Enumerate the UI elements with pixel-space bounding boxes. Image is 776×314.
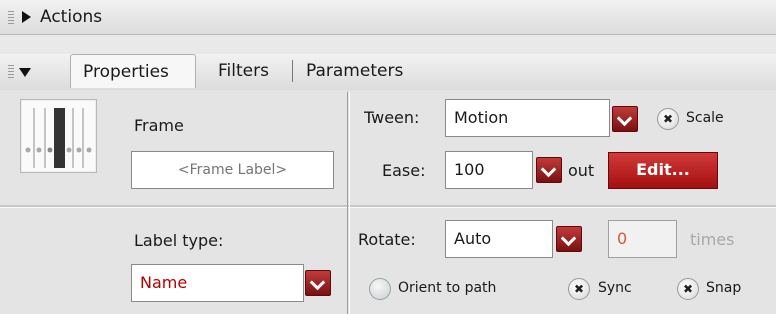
- chevron-down-icon[interactable]: [305, 270, 331, 296]
- ease-input[interactable]: 100: [445, 151, 533, 189]
- scale-label: Scale: [686, 110, 724, 126]
- actions-panel-title: Actions: [40, 7, 103, 27]
- tab-divider: [292, 60, 293, 82]
- ease-label: Ease:: [382, 161, 426, 180]
- edit-button[interactable]: Edit...: [608, 152, 718, 189]
- orient-to-path-checkbox[interactable]: [369, 278, 391, 300]
- label-type-label: Label type:: [134, 231, 224, 250]
- scale-checkbox[interactable]: ✖: [657, 108, 679, 130]
- frame-icon: [20, 99, 97, 173]
- snap-checkbox[interactable]: ✖: [677, 278, 699, 300]
- tween-select[interactable]: Motion: [445, 99, 610, 137]
- tab-filters[interactable]: Filters: [218, 54, 269, 88]
- triangle-down-icon[interactable]: [19, 68, 31, 77]
- divider-vertical: [347, 92, 348, 314]
- ease-suffix: out: [568, 161, 595, 180]
- sync-label: Sync: [598, 280, 632, 296]
- divider-vertical-highlight: [349, 92, 350, 314]
- snap-label: Snap: [706, 280, 742, 296]
- frame-label-input[interactable]: [131, 151, 334, 189]
- rotate-select[interactable]: Auto: [445, 220, 553, 258]
- actions-panel-header[interactable]: Actions: [0, 0, 776, 35]
- chevron-down-icon[interactable]: [536, 157, 562, 183]
- tab-parameters[interactable]: Parameters: [306, 54, 403, 88]
- sync-checkbox[interactable]: ✖: [568, 278, 590, 300]
- grip-icon[interactable]: [8, 11, 14, 25]
- chevron-down-icon[interactable]: [556, 226, 582, 252]
- tween-label: Tween:: [364, 108, 420, 127]
- divider-horizontal: [0, 205, 776, 208]
- chevron-down-icon[interactable]: [612, 106, 638, 132]
- grip-icon[interactable]: [8, 65, 14, 79]
- triangle-right-icon[interactable]: [22, 11, 31, 23]
- frame-label: Frame: [134, 116, 184, 135]
- times-label: times: [690, 230, 735, 249]
- label-type-select[interactable]: Name: [131, 264, 304, 302]
- tab-properties[interactable]: Properties: [70, 54, 196, 88]
- rotate-times-input[interactable]: 0: [608, 220, 677, 258]
- rotate-label: Rotate:: [358, 230, 416, 249]
- orient-to-path-label: Orient to path: [398, 280, 497, 296]
